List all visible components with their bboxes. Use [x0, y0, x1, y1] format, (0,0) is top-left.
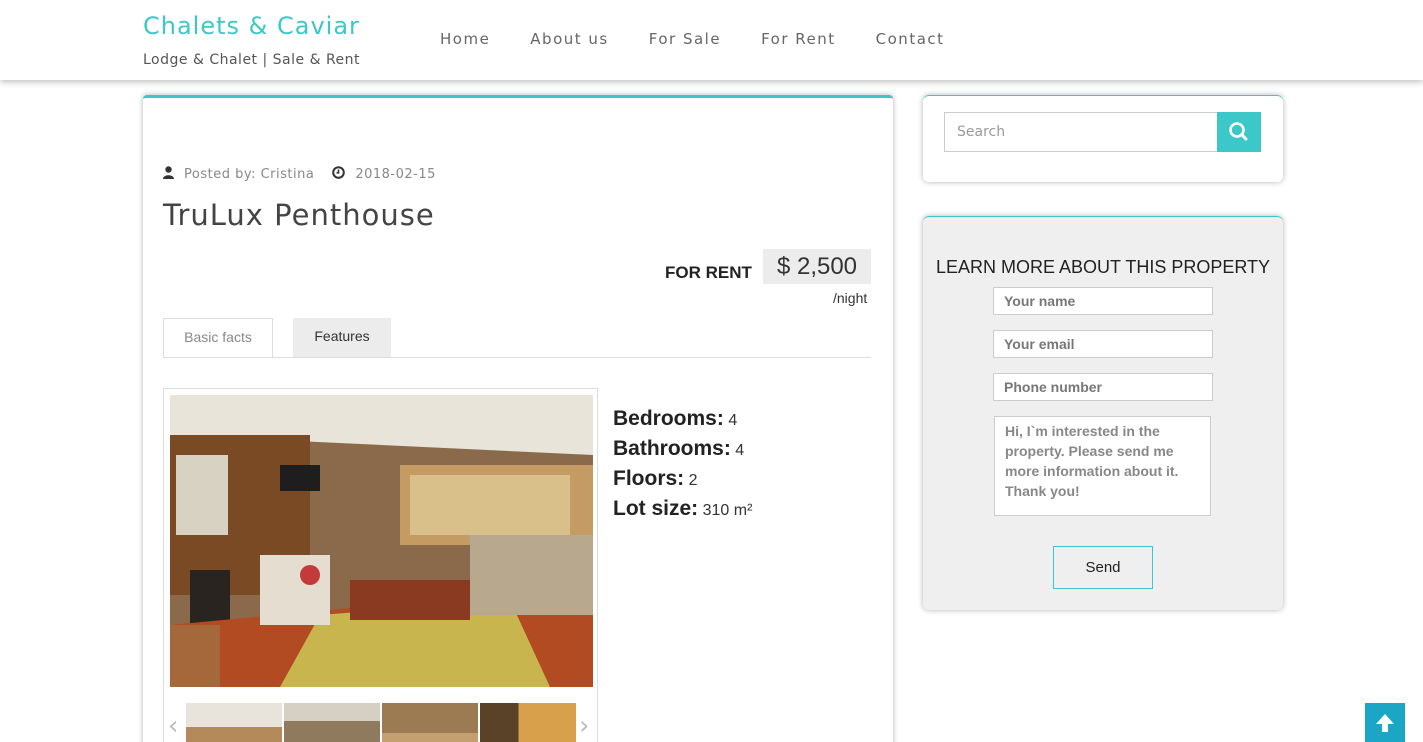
nav-item-for-sale[interactable]: For Sale — [649, 30, 721, 48]
name-field[interactable]: Your name — [993, 287, 1213, 315]
price-unit: /night — [833, 290, 868, 306]
property-title: TruLux Penthouse — [163, 198, 435, 232]
gallery-thumbnails — [186, 703, 576, 742]
tab-features[interactable]: Features — [293, 318, 391, 357]
main-nav: Home About us For Sale For Rent Contact — [440, 30, 985, 48]
search-widget: Search — [923, 95, 1283, 182]
search-button[interactable] — [1217, 112, 1261, 152]
tab-basic-facts[interactable]: Basic facts — [163, 318, 273, 357]
post-author: Posted by: Cristina — [184, 167, 315, 182]
basic-facts-list: Bedrooms: 4 Bathrooms: 4 Floors: 2 Lot s… — [613, 404, 752, 524]
listing-status: FOR RENT — [665, 263, 752, 282]
gallery-main-photo[interactable] — [170, 395, 593, 687]
arrow-up-icon — [1376, 714, 1394, 732]
search-input[interactable]: Search — [944, 112, 1218, 152]
contact-form: LEARN MORE ABOUT THIS PROPERTY Your name… — [923, 216, 1283, 610]
gallery-thumbnail[interactable] — [382, 703, 478, 742]
phone-field[interactable]: Phone number — [993, 373, 1213, 401]
gallery-next-icon[interactable]: › — [579, 711, 589, 741]
clock-icon — [332, 166, 346, 183]
post-meta: Posted by: Cristina 2018-02-15 — [163, 166, 436, 183]
fact-bedrooms: Bedrooms: 4 — [613, 407, 738, 430]
user-icon — [163, 166, 174, 183]
message-textarea[interactable]: Hi, I`m interested in the property. Plea… — [994, 416, 1211, 516]
gallery-thumbnail[interactable] — [284, 703, 380, 742]
form-heading: LEARN MORE ABOUT THIS PROPERTY — [935, 257, 1271, 277]
nav-item-about-us[interactable]: About us — [530, 30, 608, 48]
fact-floors: Floors: 2 — [613, 467, 698, 490]
fact-lot-size: Lot size: 310 m² — [613, 497, 753, 520]
gallery-prev-icon[interactable]: ‹ — [168, 711, 178, 741]
site-header: Chalets & Caviar Lodge & Chalet | Sale &… — [0, 0, 1423, 80]
fact-bathrooms: Bathrooms: 4 — [613, 437, 745, 460]
send-button[interactable]: Send — [1053, 546, 1153, 589]
nav-item-home[interactable]: Home — [440, 30, 490, 48]
site-tagline: Lodge & Chalet | Sale & Rent — [143, 52, 361, 68]
property-card: Posted by: Cristina 2018-02-15 TruLux Pe… — [143, 95, 893, 742]
gallery-thumbnail[interactable] — [480, 703, 576, 742]
back-to-top-button[interactable] — [1365, 703, 1405, 742]
site-title[interactable]: Chalets & Caviar — [143, 12, 360, 40]
post-date: 2018-02-15 — [355, 167, 436, 182]
nav-item-contact[interactable]: Contact — [876, 30, 945, 48]
property-tabs: Basic facts Features — [163, 318, 871, 358]
photo-gallery: ‹ › — [163, 388, 598, 742]
price-badge: $ 2,500 — [763, 249, 871, 284]
nav-item-for-rent[interactable]: For Rent — [761, 30, 836, 48]
gallery-thumbnail[interactable] — [186, 703, 282, 742]
search-icon — [1229, 122, 1248, 141]
email-field[interactable]: Your email — [993, 330, 1213, 358]
